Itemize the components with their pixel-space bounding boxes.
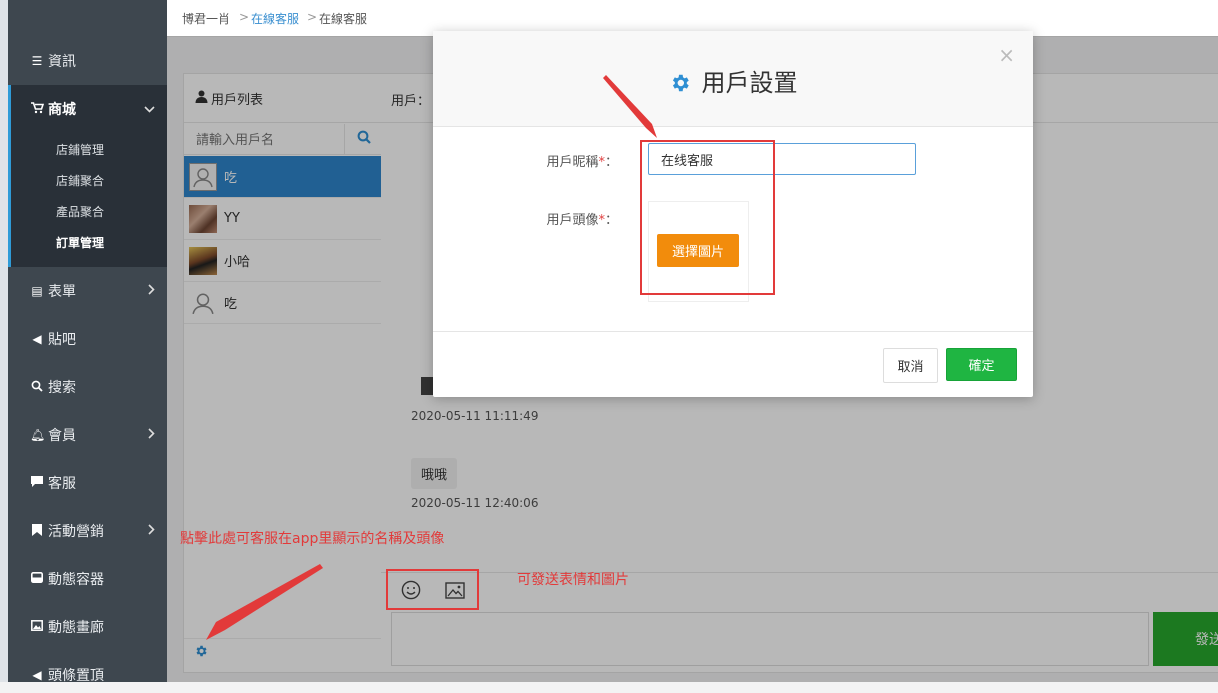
arrow-to-gear [206, 564, 323, 640]
annotation-send-hint: 可發送表情和圖片 [517, 572, 629, 588]
annotation-settings-hint: 點擊此處可客服在app里顯示的名稱及頭像 [180, 531, 445, 547]
arrow-to-dialog [603, 75, 657, 138]
